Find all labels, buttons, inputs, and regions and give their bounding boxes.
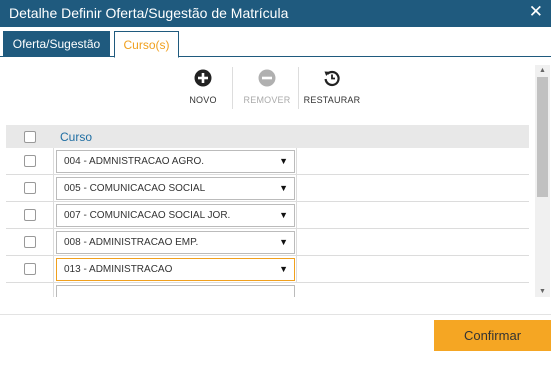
confirmar-button[interactable]: Confirmar — [434, 320, 551, 351]
cell-divider — [53, 202, 54, 228]
cell-divider — [53, 256, 54, 282]
curso-select-value: 008 - ADMINISTRACAO EMP. — [64, 237, 199, 248]
curso-select[interactable]: 005 - COMUNICACAO SOCIAL ▼ — [56, 177, 295, 200]
scrollbar-thumb[interactable] — [537, 77, 548, 197]
curso-select-value: 007 - COMUNICACAO SOCIAL JOR. — [64, 210, 231, 221]
window-title: Detalhe Definir Oferta/Sugestão de Matrí… — [9, 5, 289, 21]
grid-header: Curso — [6, 125, 529, 148]
toolbar-divider — [232, 67, 233, 109]
cell-divider — [296, 256, 297, 282]
row-checkbox[interactable] — [24, 209, 36, 221]
cell-divider — [53, 148, 54, 174]
toolbar-divider — [298, 67, 299, 109]
cursos-grid: Curso 004 - ADMNISTRACAO AGRO. ▼ 005 - C… — [6, 125, 529, 297]
restaurar-label: RESTAURAR — [303, 95, 361, 105]
tab-cursos[interactable]: Curso(s) — [114, 31, 179, 58]
cell-divider — [296, 202, 297, 228]
dropdown-arrow-icon: ▼ — [279, 183, 288, 193]
remover-label: REMOVER — [243, 95, 291, 105]
curso-select[interactable]: 004 - ADMNISTRACAO AGRO. ▼ — [56, 150, 295, 173]
dropdown-arrow-icon: ▼ — [279, 264, 288, 274]
vertical-scrollbar[interactable]: ▲ ▼ — [535, 65, 550, 297]
curso-select[interactable]: 013 - ADMINISTRACAO ▼ — [56, 258, 295, 281]
restaurar-button[interactable]: RESTAURAR — [302, 65, 362, 111]
novo-button[interactable]: NOVO — [180, 65, 226, 111]
table-row: 004 - ADMNISTRACAO AGRO. ▼ — [6, 148, 529, 175]
cell-divider — [53, 175, 54, 201]
remover-button[interactable]: REMOVER — [237, 65, 297, 111]
curso-select[interactable]: 008 - ADMINISTRACAO EMP. ▼ — [56, 231, 295, 254]
close-icon[interactable]: ✕ — [529, 3, 543, 21]
table-row: 008 - ADMINISTRACAO EMP. ▼ — [6, 229, 529, 256]
novo-label: NOVO — [189, 95, 217, 105]
row-checkbox[interactable] — [24, 236, 36, 248]
dropdown-arrow-icon: ▼ — [279, 210, 288, 220]
row-checkbox[interactable] — [24, 155, 36, 167]
window-titlebar: Detalhe Definir Oferta/Sugestão de Matrí… — [0, 0, 551, 27]
table-row: 005 - COMUNICACAO SOCIAL ▼ — [6, 175, 529, 202]
curso-select-value: 005 - COMUNICACAO SOCIAL — [64, 183, 206, 194]
restore-icon — [324, 70, 340, 87]
footer-divider — [0, 314, 551, 315]
curso-select[interactable]: 007 - COMUNICACAO SOCIAL JOR. ▼ — [56, 204, 295, 227]
column-header-curso[interactable]: Curso — [60, 130, 92, 144]
table-row — [6, 283, 529, 297]
dropdown-arrow-icon: ▼ — [279, 156, 288, 166]
table-row: 007 - COMUNICACAO SOCIAL JOR. ▼ — [6, 202, 529, 229]
select-all-checkbox[interactable] — [24, 131, 36, 143]
scroll-up-icon[interactable]: ▲ — [539, 67, 546, 74]
plus-circle-icon — [194, 69, 212, 87]
curso-select[interactable] — [56, 285, 295, 297]
minus-circle-icon — [258, 69, 276, 87]
cell-divider — [296, 175, 297, 201]
table-row: 013 - ADMINISTRACAO ▼ — [6, 256, 529, 283]
tab-content: NOVO REMOVER RESTAURAR Curso 004 - ADMNI… — [0, 57, 551, 297]
dropdown-arrow-icon: ▼ — [279, 237, 288, 247]
tab-bar: Oferta/Sugestão Curso(s) — [0, 27, 551, 58]
row-checkbox[interactable] — [24, 263, 36, 275]
scroll-down-icon[interactable]: ▼ — [539, 288, 546, 295]
tab-oferta-sugestao[interactable]: Oferta/Sugestão — [3, 31, 110, 57]
row-checkbox[interactable] — [24, 182, 36, 194]
cell-divider — [53, 229, 54, 255]
curso-select-value: 004 - ADMNISTRACAO AGRO. — [64, 156, 205, 167]
curso-select-value: 013 - ADMINISTRACAO — [64, 264, 173, 275]
cell-divider — [53, 283, 54, 297]
cell-divider — [296, 229, 297, 255]
cell-divider — [296, 148, 297, 174]
